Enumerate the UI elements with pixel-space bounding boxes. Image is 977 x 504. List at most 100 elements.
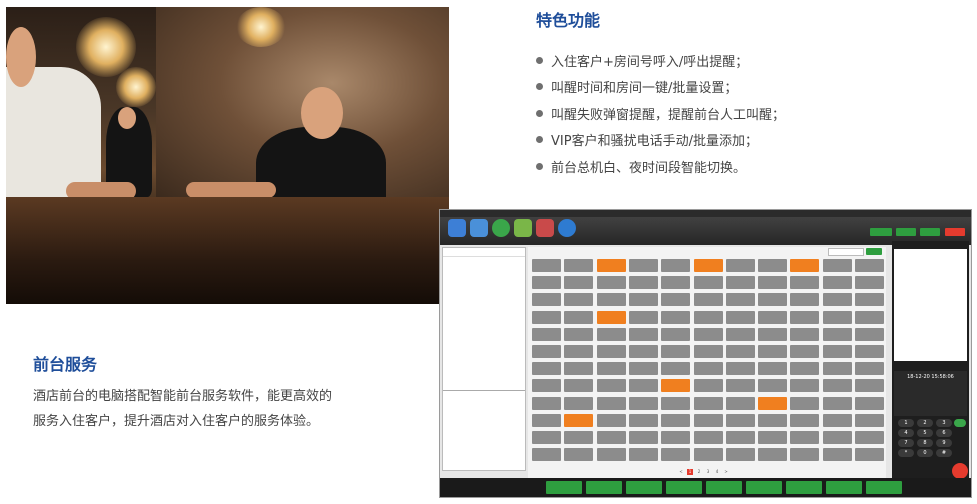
call-phone-icon[interactable] bbox=[954, 419, 966, 427]
room-tile[interactable] bbox=[564, 276, 594, 290]
room-tile[interactable] bbox=[628, 293, 658, 307]
room-tile[interactable] bbox=[790, 310, 820, 324]
room-tile[interactable] bbox=[661, 310, 691, 324]
room-tile[interactable] bbox=[661, 293, 691, 307]
room-tile[interactable] bbox=[790, 379, 820, 393]
room-tile[interactable] bbox=[725, 345, 755, 358]
room-tile[interactable] bbox=[855, 345, 884, 358]
page-next[interactable]: > bbox=[723, 469, 729, 475]
room-tile[interactable] bbox=[661, 276, 691, 290]
room-tile[interactable] bbox=[790, 276, 820, 290]
key-3[interactable]: 3 bbox=[936, 419, 952, 427]
room-tile[interactable] bbox=[855, 259, 884, 272]
home-icon[interactable] bbox=[448, 219, 466, 237]
room-tile[interactable] bbox=[790, 293, 820, 307]
gear-icon[interactable] bbox=[558, 219, 576, 237]
room-tile[interactable] bbox=[532, 379, 561, 393]
room-tile[interactable] bbox=[725, 362, 755, 376]
room-tile[interactable] bbox=[596, 396, 626, 410]
toolbar-button[interactable] bbox=[870, 228, 892, 236]
room-tile[interactable] bbox=[725, 276, 755, 290]
room-tile[interactable] bbox=[790, 431, 820, 444]
room-tile[interactable] bbox=[855, 327, 884, 341]
room-tile[interactable] bbox=[822, 327, 852, 341]
exit-button[interactable] bbox=[945, 228, 965, 236]
key-8[interactable]: 8 bbox=[917, 439, 933, 447]
room-tile[interactable] bbox=[822, 362, 852, 376]
room-tile[interactable] bbox=[661, 327, 691, 341]
room-tile[interactable] bbox=[532, 259, 561, 272]
room-tile[interactable] bbox=[628, 379, 658, 393]
report-icon[interactable] bbox=[536, 219, 554, 237]
room-tile[interactable] bbox=[758, 276, 788, 290]
room-tile[interactable] bbox=[564, 310, 594, 324]
room-search-button[interactable] bbox=[866, 248, 882, 255]
room-tile[interactable] bbox=[628, 310, 658, 324]
room-tile[interactable] bbox=[628, 448, 658, 462]
action-button[interactable] bbox=[626, 481, 662, 494]
page-prev[interactable]: < bbox=[678, 469, 684, 475]
info-icon[interactable] bbox=[492, 219, 510, 237]
key-star[interactable]: * bbox=[898, 449, 914, 457]
room-tile[interactable] bbox=[758, 362, 788, 376]
room-tile[interactable] bbox=[693, 448, 723, 462]
users-icon[interactable] bbox=[470, 219, 488, 237]
room-tile[interactable] bbox=[758, 396, 788, 410]
room-tile[interactable] bbox=[725, 396, 755, 410]
tree-tabs[interactable] bbox=[443, 248, 525, 257]
room-tile[interactable] bbox=[790, 413, 820, 427]
room-tile[interactable] bbox=[532, 448, 561, 462]
room-tile[interactable] bbox=[532, 396, 561, 410]
room-tile[interactable] bbox=[564, 293, 594, 307]
room-tile[interactable] bbox=[628, 259, 658, 272]
page-4[interactable]: 4 bbox=[714, 469, 720, 475]
room-tile[interactable] bbox=[790, 448, 820, 462]
room-tile[interactable] bbox=[855, 413, 884, 427]
key-5[interactable]: 5 bbox=[917, 429, 933, 437]
action-button[interactable] bbox=[546, 481, 582, 494]
room-tile[interactable] bbox=[855, 362, 884, 376]
room-tile[interactable] bbox=[596, 413, 626, 427]
room-tile[interactable] bbox=[596, 259, 626, 272]
room-tile[interactable] bbox=[596, 276, 626, 290]
room-tile[interactable] bbox=[628, 276, 658, 290]
room-tile[interactable] bbox=[725, 448, 755, 462]
room-tile[interactable] bbox=[693, 259, 723, 272]
room-tile[interactable] bbox=[725, 259, 755, 272]
key-0[interactable]: 0 bbox=[917, 449, 933, 457]
room-tile[interactable] bbox=[564, 327, 594, 341]
key-4[interactable]: 4 bbox=[898, 429, 914, 437]
room-tile[interactable] bbox=[693, 362, 723, 376]
room-tile[interactable] bbox=[628, 362, 658, 376]
room-tile[interactable] bbox=[855, 396, 884, 410]
page-1[interactable]: 1 bbox=[687, 469, 693, 475]
key-9[interactable]: 9 bbox=[936, 439, 952, 447]
key-1[interactable]: 1 bbox=[898, 419, 914, 427]
room-tile[interactable] bbox=[855, 293, 884, 307]
page-3[interactable]: 3 bbox=[705, 469, 711, 475]
room-tile[interactable] bbox=[822, 448, 852, 462]
room-tile[interactable] bbox=[564, 259, 594, 272]
room-tile[interactable] bbox=[661, 413, 691, 427]
room-tile[interactable] bbox=[790, 345, 820, 358]
room-tile[interactable] bbox=[532, 327, 561, 341]
room-tile[interactable] bbox=[532, 362, 561, 376]
room-tile[interactable] bbox=[661, 448, 691, 462]
room-tile[interactable] bbox=[725, 293, 755, 307]
room-tile[interactable] bbox=[532, 276, 561, 290]
room-tile[interactable] bbox=[822, 276, 852, 290]
toolbar-button[interactable] bbox=[896, 228, 916, 236]
room-tile[interactable] bbox=[532, 431, 561, 444]
room-tile[interactable] bbox=[532, 413, 561, 427]
action-button[interactable] bbox=[866, 481, 902, 494]
room-tile[interactable] bbox=[532, 293, 561, 307]
key-7[interactable]: 7 bbox=[898, 439, 914, 447]
room-tile[interactable] bbox=[822, 396, 852, 410]
room-tile[interactable] bbox=[661, 345, 691, 358]
room-tile[interactable] bbox=[758, 345, 788, 358]
key-2[interactable]: 2 bbox=[917, 419, 933, 427]
room-tile[interactable] bbox=[596, 379, 626, 393]
room-tile[interactable] bbox=[693, 293, 723, 307]
room-tile[interactable] bbox=[822, 259, 852, 272]
room-tile[interactable] bbox=[564, 396, 594, 410]
